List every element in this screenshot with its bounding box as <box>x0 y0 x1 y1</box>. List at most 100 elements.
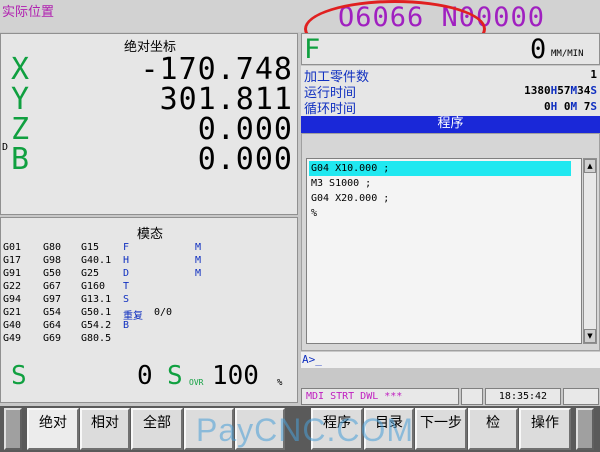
cycle-hours: 0 <box>544 100 551 113</box>
feed-unit: MM/MIN <box>551 49 584 59</box>
modal-code-cell: 0/0 <box>154 307 173 318</box>
modal-code-cell: G17 <box>3 255 22 266</box>
axis-marker: D <box>2 142 9 153</box>
minute-unit: M <box>570 100 578 113</box>
modal-code-cell: F <box>123 242 130 253</box>
header-bar: 实际位置 O6066 N00000 <box>0 0 600 33</box>
softkey-bar: 绝对 相对 全部 程序 目录 下一步 检 操作 <box>0 406 600 452</box>
modal-code-cell: G25 <box>81 268 100 279</box>
status-bar: MDI STRT DWL *** 18:35:42 <box>301 386 600 406</box>
axis-row-z: Z 0.000 <box>1 112 299 147</box>
program-listing[interactable]: G04 X10.000 ; M3 S1000 ; G04 X20.000 ; % <box>306 158 582 344</box>
status-blank <box>461 388 483 405</box>
axis-row-y: Y 301.811 <box>1 82 299 117</box>
softkey-left-return[interactable] <box>4 408 22 450</box>
softkey-blank[interactable] <box>235 408 285 450</box>
modal-code-cell: G54 <box>43 307 62 318</box>
axis-name: B <box>11 142 30 177</box>
mode-status: MDI STRT DWL *** <box>301 388 459 405</box>
modal-code-cell: M <box>195 255 202 266</box>
modal-code-cell: G49 <box>3 333 22 344</box>
modal-code-cell: G69 <box>43 333 62 344</box>
sovr-sub-label: OVR <box>189 378 204 387</box>
modal-code-cell: G98 <box>43 255 62 266</box>
run-minutes: 57 <box>557 84 571 97</box>
softkey-operation[interactable]: 操作 <box>519 408 571 450</box>
modal-code-cell: G01 <box>3 242 22 253</box>
program-line[interactable]: M3 S1000 ; <box>309 176 571 191</box>
program-header: 程序 <box>301 116 600 133</box>
sovr-unit: % <box>277 378 283 388</box>
spindle-value: 0 <box>137 361 153 391</box>
softkey-relative[interactable]: 相对 <box>80 408 130 450</box>
modal-code-cell: G80.5 <box>81 333 112 344</box>
modal-code-cell: G22 <box>3 281 22 292</box>
scroll-up-icon[interactable]: ▲ <box>584 159 596 173</box>
softkey-program[interactable]: 程序 <box>311 408 363 450</box>
cycle-minutes: 0 <box>563 100 571 113</box>
feed-value: 0 <box>530 34 547 65</box>
modal-code-cell: B <box>123 320 130 331</box>
absolute-coordinate-panel: 绝对坐标 X -170.748 Y 301.811 Z 0.000 B 0.00… <box>0 33 298 215</box>
feed-panel: F 0 MM/MIN <box>301 33 600 65</box>
modal-code-cell: G15 <box>81 242 100 253</box>
modal-panel: 模态 G01 G80 G15 F M G17 G98 G40.1 H M G91 G50 G25 D M G2… <box>0 217 298 403</box>
scroll-down-icon[interactable]: ▼ <box>584 329 596 343</box>
run-info-panel: 加工零件数 1 运行时间 1380H57M34S 循环时间 0H 0M 7S <box>301 66 600 117</box>
modal-code-cell: G50 <box>43 268 62 279</box>
second-unit: S <box>590 84 597 97</box>
program-area: G04 X10.000 ; M3 S1000 ; G04 X20.000 ; %… <box>301 133 600 351</box>
modal-code-cell: G97 <box>43 294 62 305</box>
run-hours: 1380 <box>524 84 551 97</box>
spindle-label: S <box>11 361 27 391</box>
modal-code-cell: M <box>195 242 202 253</box>
modal-code-cell: S <box>123 294 130 305</box>
cycle-time-label: 循环时间 <box>304 102 357 117</box>
modal-code-cell: D <box>123 268 130 279</box>
sovr-label: S <box>167 361 183 391</box>
modal-code-cell: G54.2 <box>81 320 112 331</box>
sovr-value: 100 <box>212 361 259 391</box>
hour-unit: H <box>550 100 558 113</box>
modal-code-cell: G91 <box>3 268 22 279</box>
softkey-next[interactable]: 下一步 <box>415 408 467 450</box>
modal-code-cell: G50.1 <box>81 307 112 318</box>
modal-code-cell: G160 <box>81 281 106 292</box>
softkey-right-next[interactable] <box>576 408 594 450</box>
cycle-time-value: 0H 0M 7S <box>544 100 597 113</box>
modal-code-cell: T <box>123 281 130 292</box>
program-scrollbar[interactable]: ▲ ▼ <box>583 158 597 344</box>
axis-row-b: B 0.000 <box>1 142 299 177</box>
modal-code-cell: G40.1 <box>81 255 112 266</box>
run-time-value: 1380H57M34S <box>524 84 597 97</box>
status-blank <box>563 388 599 405</box>
modal-code-cell: G64 <box>43 320 62 331</box>
program-line[interactable]: G04 X20.000 ; <box>309 191 571 206</box>
modal-code-cell: G13.1 <box>81 294 112 305</box>
softkey-directory[interactable]: 目录 <box>364 408 414 450</box>
program-line-selected[interactable]: G04 X10.000 ; <box>309 161 571 176</box>
modal-code-cell: G94 <box>3 294 22 305</box>
softkey-blank[interactable] <box>184 408 234 450</box>
modal-code-cell: H <box>123 255 130 266</box>
modal-code-cell: G21 <box>3 307 22 318</box>
clock: 18:35:42 <box>485 388 561 405</box>
axis-row-x: X -170.748 <box>1 52 299 87</box>
feed-label: F <box>304 34 321 65</box>
program-line[interactable]: % <box>309 206 571 221</box>
softkey-absolute[interactable]: 绝对 <box>27 408 79 450</box>
softkey-all[interactable]: 全部 <box>131 408 183 450</box>
command-input[interactable]: A>_ <box>301 352 600 368</box>
modal-code-cell: G80 <box>43 242 62 253</box>
axis-value: 0.000 <box>197 142 293 177</box>
parts-count-value: 1 <box>590 68 597 81</box>
second-unit: S <box>590 100 597 113</box>
modal-title: 模态 <box>136 227 163 242</box>
screen-title: 实际位置 <box>2 5 55 20</box>
modal-code-cell: G67 <box>43 281 62 292</box>
modal-code-cell: M <box>195 268 202 279</box>
softkey-check[interactable]: 检 <box>468 408 518 450</box>
program-number: O6066 N00000 <box>338 2 546 33</box>
modal-code-cell: G40 <box>3 320 22 331</box>
run-seconds: 34 <box>577 84 591 97</box>
